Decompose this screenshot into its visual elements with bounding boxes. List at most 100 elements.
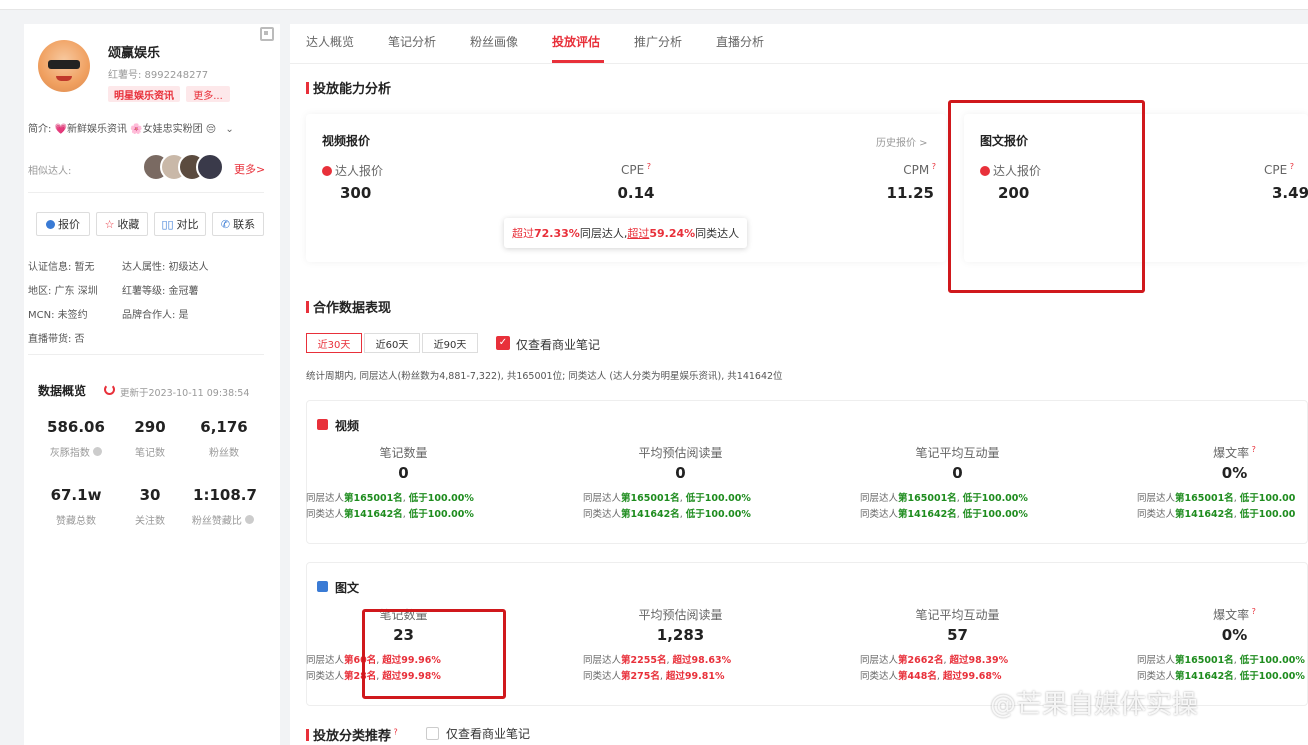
similar-more-link[interactable]: 更多> [234,161,265,177]
range-60d[interactable]: 近60天 [364,333,420,353]
similar-avatars[interactable] [142,153,226,181]
coop-title: 合作数据表现 [313,301,392,316]
rank-line: 同层达人第2662名, 超过98.39% [860,655,1009,666]
info-grid: 认证信息: 暂无 达人属性: 初级达人 地区: 广东 深圳 红薯等级: 金冠薯 MC… [28,258,268,354]
quote-button-label: 报价 [58,218,80,231]
stat-value: 586.06 [47,418,105,436]
metric-value: 1,283 [656,626,705,644]
refresh-icon[interactable] [104,384,115,395]
stat-value: 30 [139,486,161,504]
profile-id: 红薯号: 8992248277 [108,70,209,81]
category-tag: 明星娱乐资讯 [108,86,180,102]
tab-fan-profile[interactable]: 粉丝画像 [470,33,518,50]
image-icon [317,581,328,592]
stat-label: 笔记数 [135,448,165,459]
help-icon: ? [1287,162,1294,171]
commercial-only-label[interactable]: 仅查看商业笔记 [516,336,600,353]
coop-description: 统计周期内, 同层达人(粉丝数为4,881-7,322), 共165001位; … [306,371,783,382]
stat-label: 赞藏总数 [56,516,96,527]
contact-button-label: 联系 [233,218,256,231]
avatar[interactable] [196,153,224,181]
metric-column: 笔记数量 0 同层达人第165001名, 低于100.00% 同类达人第1416… [306,444,501,544]
metric-value: 57 [947,626,968,644]
tab-live-analysis[interactable]: 直播分析 [716,33,764,50]
stat-label: 关注数 [135,516,165,527]
price-label: 达人报价 [322,162,383,179]
rank-line: 同层达人第165001名, 低于100.00% [1137,655,1305,666]
help-icon: ? [1249,607,1256,616]
tab-note-analysis[interactable]: 笔记分析 [388,33,436,50]
stat-value: 67.1w [50,486,102,504]
info-item: 认证信息: 暂无 [28,262,95,273]
commercial-only-checkbox[interactable]: ✓ [496,336,510,350]
rank-line: 同类达人第141642名, 低于100.00% [306,509,474,520]
help-icon: ? [644,162,651,171]
image-cpe-value: 3.49 [1272,184,1308,202]
divider [290,63,1308,64]
stat-value: 1:108.7 [193,486,257,504]
cpm-label: CPM ? [903,162,936,177]
recommend-commercial-label[interactable]: 仅查看商业笔记 [446,725,530,742]
image-block-title: 图文 [335,581,360,595]
rank-line: 同类达人第141642名, 低于100.00 [1137,509,1296,520]
tab-promotion-analysis[interactable]: 推广分析 [634,33,682,50]
overview-updated: 更新于2023-10-11 09:38:54 [120,388,250,399]
avatar [38,40,90,92]
cpe-value: 0.14 [617,184,655,202]
divider [28,354,264,355]
video-block-title: 视频 [335,419,360,433]
chevron-down-icon[interactable]: ⌄ [225,124,233,135]
info-item: MCN: 未签约 [28,310,88,321]
stat-value: 290 [134,418,166,436]
cpe-label: CPE ? [621,162,651,177]
recommend-commercial-checkbox[interactable] [426,727,439,740]
contact-button[interactable]: ✆ 联系 [212,212,264,236]
range-90d[interactable]: 近90天 [422,333,478,353]
info-icon [245,515,255,524]
stat-label: 灰豚指数 [38,444,114,459]
rank-line: 同层达人第2255名, 超过98.63% [583,655,732,666]
help-icon: ? [929,162,936,171]
tab-overview[interactable]: 达人概览 [306,33,354,50]
info-item: 红薯等级: 金冠薯 [122,286,199,297]
history-price-link[interactable]: 历史报价 > [876,134,928,149]
metric-label: 笔记数量 [379,446,428,460]
compare-button[interactable]: ▯▯ 对比 [154,212,206,236]
qr-icon[interactable] [260,27,274,41]
star-icon: ☆ [104,217,115,231]
rank-line: 同层达人第165001名, 低于100.00% [583,493,751,504]
video-columns: 笔记数量 0 同层达人第165001名, 低于100.00% 同类达人第1416… [306,444,1308,544]
metric-label: 笔记平均互动量 [915,446,1000,460]
help-icon: ? [1249,445,1256,454]
info-item: 地区: 广东 深圳 [28,286,98,297]
metric-value: 0 [675,464,686,482]
metric-column: 爆文率 ? 0% 同层达人第165001名, 低于100.00 同类达人第141… [1137,444,1308,544]
phone-icon: ✆ [220,217,231,231]
comparison-tooltip: 超过 72.33% 同层达人, 超过 59.24% 同类达人 [504,218,748,248]
compare-button-label: 对比 [176,218,199,231]
stat-label: 粉丝赞藏比 [182,512,264,527]
more-tags-button[interactable]: 更多... [186,86,230,102]
highlight-box [362,609,506,699]
section-marker [306,82,309,94]
stat-value: 6,176 [200,418,248,436]
metric-value: 0% [1221,464,1248,482]
info-item: 直播带货: 否 [28,334,85,345]
metric-value: 0% [1221,626,1248,644]
main-panel: 达人概览 笔记分析 粉丝画像 投放评估 推广分析 直播分析 投放能力分析 视频报… [290,24,1308,745]
video-price-value: 300 [340,184,372,202]
range-30d[interactable]: 近30天 [306,333,362,353]
rank-line: 同类达人第275名, 超过99.81% [583,671,725,682]
rank-line: 同层达人第165001名, 低于100.00% [860,493,1028,504]
rank-line: 同层达人第165001名, 低于100.00% [306,493,474,504]
metric-column: 笔记平均互动量 0 同层达人第165001名, 低于100.00% 同类达人第1… [860,444,1055,544]
section-marker [306,729,309,741]
quote-button[interactable]: 报价 [36,212,90,236]
ability-title: 投放能力分析 [313,82,392,97]
collect-button[interactable]: ☆ 收藏 [96,212,148,236]
watermark: @芒果自媒体实操 [990,690,1199,720]
cpe-label: CPE ? [1264,162,1294,177]
tab-delivery-evaluation[interactable]: 投放评估 [552,33,600,50]
rank-line: 同层达人第165001名, 低于100.00 [1137,493,1296,504]
video-icon [317,419,328,430]
